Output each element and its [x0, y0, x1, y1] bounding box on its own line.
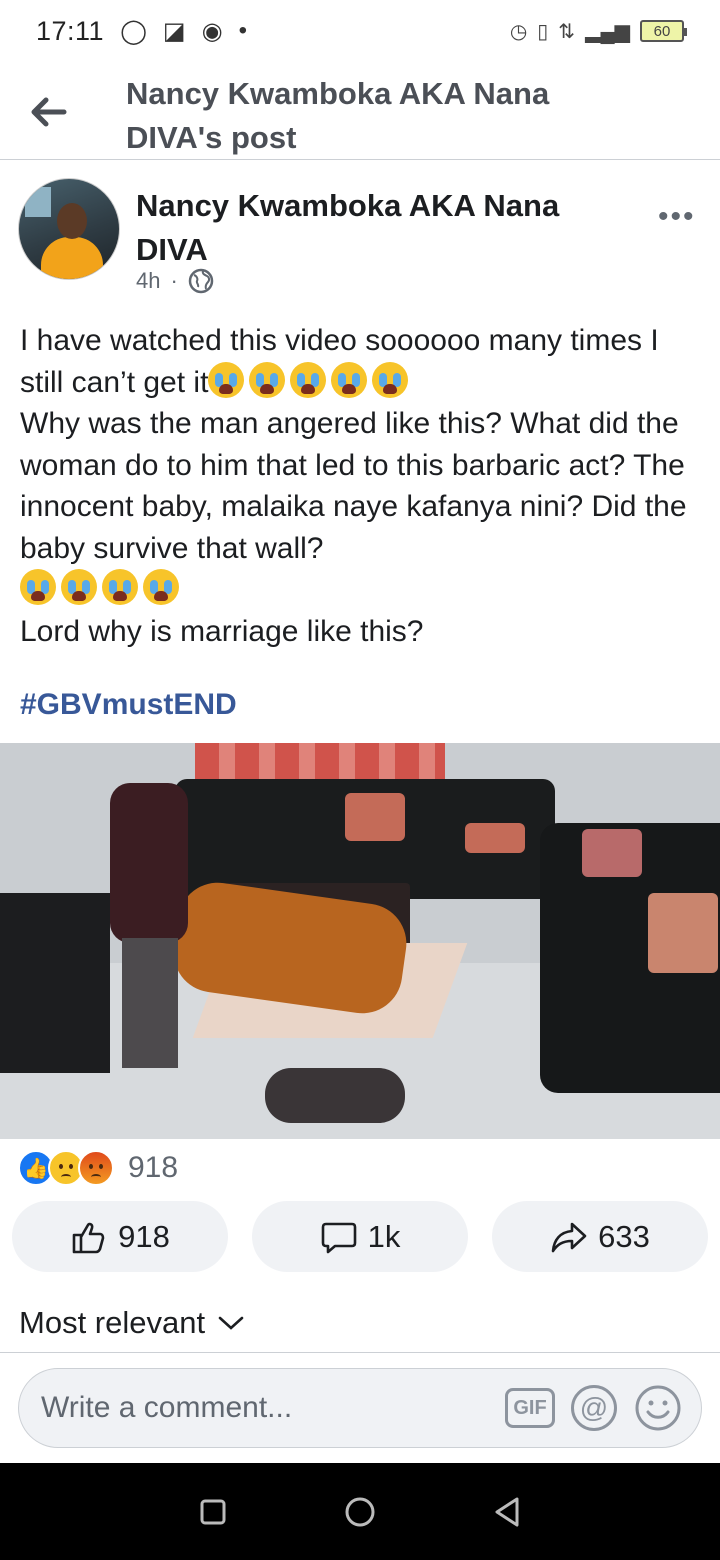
status-bar: 17:11 ◯ ◪ ◉ • ◷ ▯ ⇅ ▂▄▆ 60: [0, 0, 720, 62]
crying-emoji-icon: [20, 569, 56, 605]
status-right: ◷ ▯ ⇅ ▂▄▆ 60: [509, 19, 687, 44]
video-player[interactable]: [0, 743, 720, 1139]
reactions-count: 918: [128, 1151, 179, 1184]
crying-emoji-icon: [372, 361, 409, 398]
signal-icon: ▂▄▆: [585, 20, 630, 43]
comment-sort-dropdown[interactable]: Most relevant: [19, 1305, 245, 1341]
crying-emoji-icon: [249, 361, 286, 398]
system-navigation-bar: [0, 1463, 720, 1560]
more-options-icon[interactable]: •••: [658, 200, 696, 234]
chevron-down-icon: [218, 1316, 244, 1330]
meta-separator: ·: [170, 268, 178, 293]
share-count: 633: [598, 1218, 650, 1254]
status-time: 17:11: [36, 15, 105, 46]
post-time[interactable]: 4h: [136, 268, 160, 294]
divider: [0, 1352, 720, 1353]
crying-emoji-icon: [102, 569, 138, 605]
author-name-line1: Nancy Kwamboka AKA Nana: [136, 188, 560, 223]
post-text-line-b: Why was the man angered like this? What …: [20, 407, 687, 565]
like-count: 918: [118, 1218, 170, 1254]
post-meta: 4h ·: [136, 268, 214, 294]
emoji-button[interactable]: [633, 1383, 683, 1433]
gif-button[interactable]: GIF: [505, 1388, 555, 1428]
battery-icon: 60: [640, 20, 687, 42]
comment-count: 1k: [367, 1218, 401, 1254]
comment-composer[interactable]: Write a comment... GIF @: [18, 1368, 702, 1448]
crying-emoji-icon: [61, 569, 97, 605]
back-arrow-icon[interactable]: [26, 90, 70, 134]
share-arrow-icon: [551, 1222, 587, 1252]
share-button[interactable]: 633: [492, 1201, 708, 1272]
data-arrows-icon: ⇅: [558, 20, 576, 43]
battery-level: 60: [653, 22, 671, 40]
crying-emoji-icon: [331, 361, 368, 398]
author-name[interactable]: Nancy Kwamboka AKA Nana DIVA: [136, 184, 559, 272]
crying-emoji-icon: [143, 569, 179, 605]
mention-button[interactable]: @: [571, 1385, 617, 1431]
home-icon[interactable]: [343, 1495, 377, 1529]
page-title-line2: DIVA's post: [126, 120, 297, 155]
page-title: Nancy Kwamboka AKA Nana DIVA's post: [126, 72, 549, 160]
crying-emoji-icon: [290, 361, 327, 398]
page-title-line1: Nancy Kwamboka AKA Nana: [126, 76, 550, 111]
sort-label: Most relevant: [19, 1305, 206, 1340]
angry-reaction-icon: [78, 1150, 114, 1186]
thumbs-up-icon: [72, 1222, 105, 1253]
more-notifications-icon: •: [238, 17, 247, 44]
alarm-icon: ◷: [509, 20, 528, 43]
post-text: I have watched this video soooooo many t…: [20, 320, 706, 652]
recent-apps-icon[interactable]: [198, 1497, 228, 1527]
public-globe-icon: [188, 268, 214, 294]
comment-bubble-icon: [321, 1222, 356, 1253]
location-icon: ◉: [201, 17, 223, 45]
author-name-line2: DIVA: [136, 232, 208, 267]
composer-icons: GIF @: [505, 1383, 683, 1433]
whatsapp-icon: ◯: [120, 17, 147, 45]
back-nav-icon[interactable]: [492, 1496, 522, 1528]
like-button[interactable]: 918: [12, 1201, 228, 1272]
comment-button[interactable]: 1k: [252, 1201, 468, 1272]
post-header: Nancy Kwamboka AKA Nana DIVA's post: [0, 62, 720, 160]
post-paragraph-1: I have watched this video soooooo many t…: [20, 320, 706, 652]
crying-emoji-icon: [208, 361, 245, 398]
post-text-line-c: Lord why is marriage like this?: [20, 614, 424, 648]
reactions-summary[interactable]: 👍 918: [18, 1150, 178, 1186]
n-icon: ◪: [162, 17, 186, 45]
author-avatar[interactable]: [18, 178, 120, 280]
comment-input[interactable]: Write a comment...: [41, 1391, 505, 1425]
hashtag-link[interactable]: #GBVmustEND: [20, 688, 237, 722]
vibrate-icon: ▯: [537, 20, 549, 43]
action-bar: 918 1k 633: [12, 1201, 708, 1272]
